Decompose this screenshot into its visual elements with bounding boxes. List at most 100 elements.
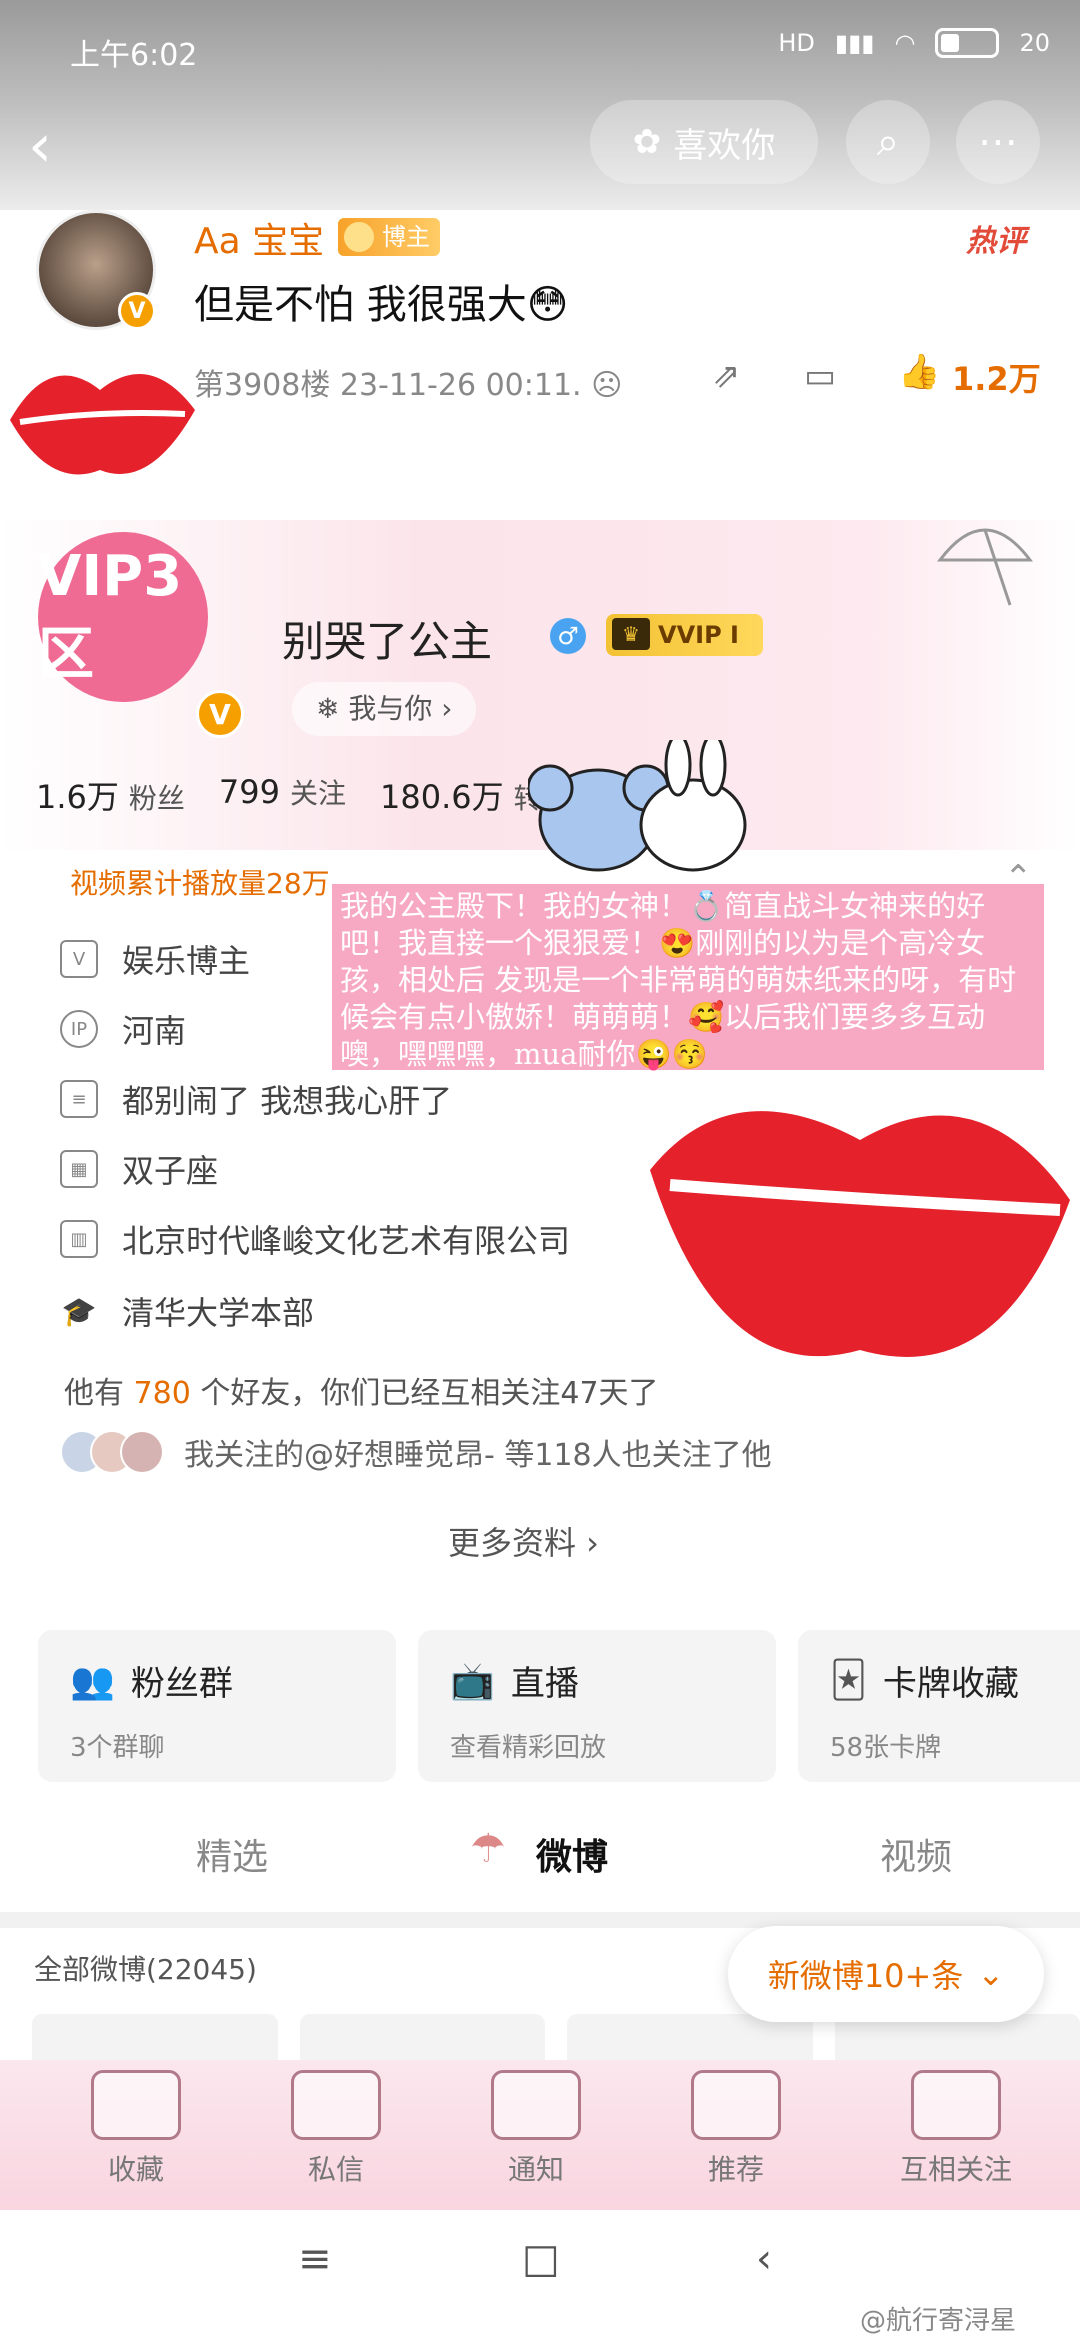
calendar-icon: ▦ bbox=[60, 1150, 98, 1188]
overlay-message: 我的公主殿下！我的女神！💍简直战斗女神来的好吧！我直接一个狠狠爱！😍刚刚的以为是… bbox=[332, 884, 1044, 1071]
following-stat[interactable]: 799 关注 bbox=[219, 772, 346, 818]
info-text: 北京时代峰峻文化艺术有限公司 bbox=[122, 1222, 571, 1260]
home-icon[interactable]: □ bbox=[522, 2236, 560, 2282]
info-text: 河南 bbox=[122, 1012, 187, 1050]
dislike-icon[interactable]: ☹ bbox=[591, 368, 622, 403]
comment-username[interactable]: Aa 宝宝 bbox=[194, 212, 324, 264]
thumb-up-icon[interactable]: 👍 bbox=[898, 352, 940, 392]
tab-label: 私信 bbox=[307, 2153, 364, 2186]
comment-icon[interactable]: ▭ bbox=[804, 356, 836, 396]
signal-icon: ▮▮▮ bbox=[834, 29, 875, 57]
tab-weibo[interactable]: 微博 bbox=[536, 1828, 608, 1880]
mutual-follow-icon bbox=[911, 2070, 1001, 2140]
battery-level: 20 bbox=[1019, 29, 1050, 57]
tab-notifications[interactable]: 通知 bbox=[466, 2070, 606, 2188]
info-text: 清华大学本部 bbox=[122, 1294, 315, 1332]
comment-floor-time: 第3908楼 23-11-26 00:11. bbox=[194, 368, 582, 403]
following-value: 799 bbox=[218, 773, 280, 811]
tab-recommend[interactable]: 推荐 bbox=[666, 2070, 806, 2188]
card-icon: 🃏 bbox=[830, 1660, 867, 1701]
like-you-button[interactable]: ✿ 喜欢你 bbox=[590, 100, 818, 184]
badge-icon bbox=[344, 222, 374, 252]
following-label: 关注 bbox=[290, 777, 347, 810]
blogger-badge: 博主 bbox=[338, 218, 440, 256]
tab-label: 通知 bbox=[507, 2153, 564, 2186]
status-time: 上午6:02 bbox=[70, 38, 198, 73]
profile-stats: 1.6万 粉丝 799 关注 180.6万转 bbox=[36, 772, 542, 818]
mutual-text: 我关注的@好想睡觉昂- 等118人也关注了他 bbox=[184, 1438, 772, 1473]
group-icon: 👥 bbox=[70, 1660, 115, 1702]
card-title: 卡牌收藏 bbox=[882, 1664, 1019, 1704]
tab-mutual-follow[interactable]: 互相关注 bbox=[866, 2070, 1046, 2188]
all-weibo-count[interactable]: 全部微博(22045) bbox=[34, 1948, 257, 1988]
search-icon: ⌕ bbox=[876, 119, 900, 165]
vip-label: VVIP I bbox=[658, 621, 739, 649]
more-info-link[interactable]: 更多资料 › bbox=[448, 1518, 599, 1564]
fans-stat[interactable]: 1.6万 粉丝 bbox=[36, 772, 185, 818]
watermark: @航行寄浔星 bbox=[860, 2306, 1017, 2336]
fans-value: 1.6万 bbox=[36, 778, 119, 816]
mutual-follow-line[interactable]: 我关注的@好想睡觉昂- 等118人也关注了他 bbox=[60, 1430, 772, 1474]
crown-icon: ♛ bbox=[612, 618, 650, 650]
vip-badge[interactable]: ♛ VVIP I bbox=[606, 614, 763, 656]
card-title: 粉丝群 bbox=[130, 1664, 233, 1704]
fans-label: 粉丝 bbox=[128, 782, 185, 815]
graduation-cap-icon: 🎓 bbox=[61, 1294, 97, 1328]
tab-messages[interactable]: 私信 bbox=[266, 2070, 406, 2188]
more-icon: ⋯ bbox=[978, 119, 1018, 165]
tab-featured[interactable]: 精选 bbox=[196, 1828, 268, 1880]
posts-stat[interactable]: 180.6万转 bbox=[380, 772, 542, 818]
back-button[interactable]: ‹ bbox=[28, 116, 88, 176]
search-button[interactable]: ⌕ bbox=[846, 100, 930, 184]
bunny-koala-sticker bbox=[528, 740, 747, 872]
new-weibo-button[interactable]: 新微博10+条 ⌄ bbox=[728, 1926, 1044, 2022]
live-card[interactable]: 📺 直播 查看精彩回放 bbox=[418, 1630, 776, 1782]
umbrella-icon: ☂ bbox=[470, 1826, 506, 1872]
status-bar: 上午6:02 HD ▮▮▮ ◠ 20 bbox=[0, 0, 1080, 100]
wifi-icon: ◠ bbox=[894, 29, 916, 57]
document-icon: ≡ bbox=[60, 1080, 98, 1118]
tv-icon: 📺 bbox=[450, 1660, 495, 1702]
more-button[interactable]: ⋯ bbox=[956, 100, 1040, 184]
hot-comment-label: 热评 bbox=[966, 224, 1026, 259]
profile-avatar[interactable]: VIP3区 bbox=[38, 532, 208, 702]
like-you-label: 喜欢你 bbox=[673, 125, 776, 166]
card-collection-card[interactable]: 🃏 卡牌收藏 58张卡牌 bbox=[798, 1630, 1080, 1782]
gender-icon: ♂ bbox=[550, 618, 586, 654]
tab-label: 互相关注 bbox=[899, 2153, 1012, 2186]
comment-body: 但是不怕 我很强大 bbox=[194, 282, 527, 328]
notifications-icon bbox=[491, 2070, 581, 2140]
fan-group-card[interactable]: 👥 粉丝群 3个群聊 bbox=[38, 1630, 396, 1782]
avatar bbox=[120, 1430, 164, 1474]
lips-sticker-large bbox=[650, 1111, 1070, 1357]
mutual-avatars bbox=[60, 1430, 164, 1474]
info-row-bio: ≡ 都别闹了 我想我心肝了 bbox=[60, 1076, 452, 1122]
friends-suffix: 个好友，你们已经互相关注47天了 bbox=[200, 1376, 659, 1411]
v-icon: V bbox=[60, 940, 98, 978]
ip-icon: IP bbox=[60, 1010, 98, 1048]
menu-icon[interactable]: ≡ bbox=[298, 2236, 332, 2282]
new-weibo-label: 新微博10+条 bbox=[767, 1957, 964, 1995]
card-subtitle: 查看精彩回放 bbox=[450, 1733, 607, 1763]
info-text: 都别闹了 我想我心肝了 bbox=[122, 1082, 453, 1120]
tab-favorites[interactable]: 收藏 bbox=[66, 2070, 206, 2188]
posts-value: 180.6万 bbox=[380, 778, 504, 816]
favorites-icon bbox=[91, 2070, 181, 2140]
info-row-ip: IP 河南 bbox=[60, 1006, 186, 1052]
friends-line[interactable]: 他有 780 个好友，你们已经互相关注47天了 bbox=[64, 1368, 659, 1412]
network-label: HD bbox=[778, 29, 815, 57]
comment-meta: 第3908楼 23-11-26 00:11. ☹ bbox=[194, 360, 622, 404]
share-icon[interactable]: ⇗ bbox=[712, 356, 741, 396]
card-title: 直播 bbox=[510, 1664, 579, 1704]
battery-icon bbox=[935, 28, 1000, 58]
messages-icon bbox=[291, 2070, 381, 2140]
comment-like-count: 1.2万 bbox=[952, 360, 1041, 398]
back-nav-icon[interactable]: ‹ bbox=[756, 2236, 772, 2282]
paw-icon: ✿ bbox=[632, 122, 662, 162]
tab-video[interactable]: 视频 bbox=[880, 1828, 952, 1880]
recommend-icon bbox=[691, 2070, 781, 2140]
comment-text: 但是不怕 我很强大😳 bbox=[194, 272, 568, 330]
company-icon: ▥ bbox=[60, 1220, 98, 1258]
relation-tag[interactable]: ❄ 我与你 › bbox=[292, 682, 477, 736]
card-subtitle: 58张卡牌 bbox=[830, 1733, 942, 1763]
